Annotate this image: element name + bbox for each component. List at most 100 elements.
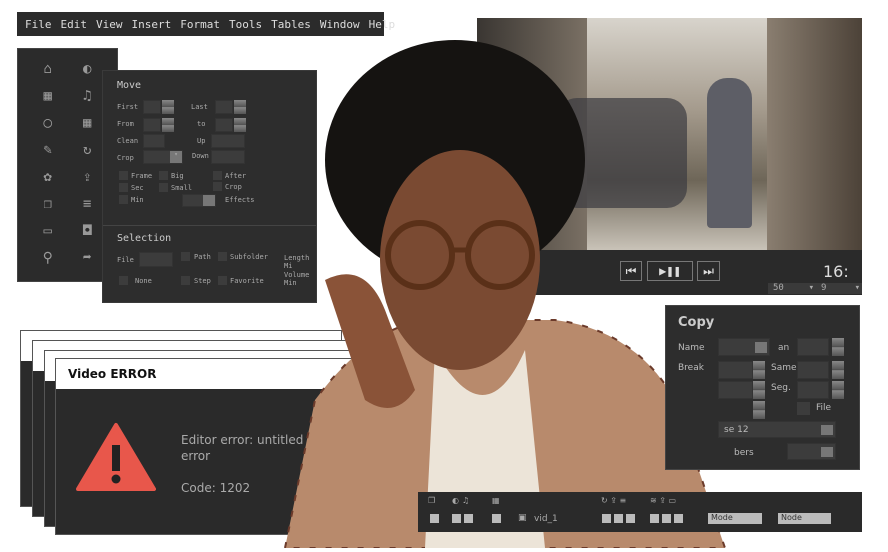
file-checkbox[interactable]: [797, 402, 810, 415]
size-dropdown[interactable]: se 12: [718, 421, 836, 438]
file-check-label: File: [816, 403, 832, 413]
crop-checkbox[interactable]: [213, 182, 222, 191]
copy-panel: Copy Name an Break Same Seg. File se 12 …: [665, 305, 860, 470]
break-spinner[interactable]: [753, 361, 765, 379]
crop-dropdown[interactable]: ▾: [143, 150, 183, 164]
crop-check-label: Crop: [225, 183, 242, 191]
copy-title: Copy: [678, 315, 715, 330]
refresh-icon[interactable]: ↻ ⇪ ≡: [601, 496, 626, 505]
from-label: From: [117, 120, 134, 128]
an-input[interactable]: [797, 338, 829, 356]
from-spinner[interactable]: [162, 118, 174, 132]
clean-label: Clean: [117, 137, 139, 145]
last-spinner[interactable]: [234, 100, 246, 114]
effects-dropdown[interactable]: [182, 194, 216, 207]
from-input[interactable]: [143, 118, 161, 132]
to-spinner[interactable]: [234, 118, 246, 132]
menu-edit[interactable]: Edit: [61, 18, 88, 31]
big-checkbox[interactable]: [159, 171, 168, 180]
file-input[interactable]: [139, 252, 173, 267]
path-label: Path: [194, 253, 211, 261]
none-checkbox[interactable]: [119, 276, 128, 285]
ratio-dropdown[interactable]: 9 ▾: [816, 283, 862, 294]
last-input[interactable]: [215, 100, 233, 114]
home-icon[interactable]: ⌂: [28, 61, 68, 80]
first-label: First: [117, 103, 139, 111]
to-label: to: [197, 120, 206, 128]
first-spinner[interactable]: [162, 100, 174, 114]
path-checkbox[interactable]: [181, 252, 190, 261]
same-spinner[interactable]: [832, 361, 844, 379]
gear-icon[interactable]: ✿: [28, 169, 68, 188]
effects-label: Effects: [225, 196, 255, 204]
menu-view[interactable]: View: [96, 18, 123, 31]
min-checkbox[interactable]: [119, 195, 128, 204]
grid-icon[interactable]: ▦: [28, 88, 68, 107]
move-title: Move: [117, 80, 142, 91]
break-input[interactable]: [718, 361, 753, 379]
warning-icon: [76, 423, 156, 491]
extra-spinner[interactable]: [753, 401, 765, 419]
min-label: Min: [131, 196, 144, 204]
none-label: None: [135, 277, 152, 285]
step-checkbox[interactable]: [181, 276, 190, 285]
sec-label: Sec: [131, 184, 144, 192]
last-label: Last: [191, 103, 208, 111]
step-label: Step: [194, 277, 211, 285]
frame-checkbox[interactable]: [119, 171, 128, 180]
monitor-icon[interactable]: ▭: [28, 223, 68, 242]
field-input[interactable]: [718, 381, 753, 399]
menu-format[interactable]: Format: [180, 18, 220, 31]
up-label: Up: [197, 137, 206, 145]
error-code: Code: 1202: [181, 481, 251, 495]
crop-label: Crop: [117, 154, 134, 162]
numbers-dropdown[interactable]: [787, 443, 836, 460]
grid-icon[interactable]: ▦: [492, 496, 500, 505]
clean-input[interactable]: [143, 134, 165, 148]
subfolder-checkbox[interactable]: [218, 252, 227, 261]
wifi-share-battery-icon: ≋ ⇪ ▭: [650, 496, 677, 505]
sec-checkbox[interactable]: [119, 183, 128, 192]
first-input[interactable]: [143, 100, 161, 114]
numbers-label: bers: [734, 448, 754, 458]
break-label: Break: [678, 363, 704, 373]
name-dropdown[interactable]: [718, 338, 770, 356]
seg-label: Seg.: [771, 383, 791, 393]
big-label: Big: [171, 172, 184, 180]
up-input[interactable]: [211, 134, 245, 148]
an-label: an: [778, 343, 790, 353]
mode-field[interactable]: Mode: [708, 513, 762, 524]
refresh-icon[interactable]: ◯: [28, 115, 68, 134]
selection-title: Selection: [117, 233, 172, 244]
video-file-icon: ▣: [518, 513, 527, 523]
same-input[interactable]: [797, 361, 829, 379]
an-spinner[interactable]: [832, 338, 844, 356]
zoom-dropdown[interactable]: 50 ▾: [768, 283, 816, 294]
person-photo: [255, 20, 735, 549]
after-checkbox[interactable]: [213, 171, 222, 180]
after-label: After: [225, 172, 247, 180]
pencil-icon[interactable]: ✎: [28, 142, 68, 161]
node-field[interactable]: Node: [778, 513, 831, 524]
seg-spinner[interactable]: [832, 381, 844, 399]
down-input[interactable]: [211, 150, 245, 164]
search-icon[interactable]: ⚲: [28, 250, 68, 269]
copy-icon[interactable]: ❐: [428, 496, 435, 505]
file-name[interactable]: vid_1: [534, 514, 558, 524]
frame-label: Frame: [131, 172, 153, 180]
to-input[interactable]: [215, 118, 233, 132]
favorite-checkbox[interactable]: [218, 276, 227, 285]
aspect-ratio-label: 16:: [823, 262, 849, 281]
menu-insert[interactable]: Insert: [132, 18, 172, 31]
down-label: Down: [192, 152, 209, 160]
seg-input[interactable]: [797, 381, 829, 399]
menu-file[interactable]: File: [25, 18, 52, 31]
copy-icon[interactable]: ❐: [28, 196, 68, 215]
shield-icon[interactable]: ◐: [452, 496, 459, 505]
small-checkbox[interactable]: [159, 183, 168, 192]
bell-icon[interactable]: ♫: [462, 496, 469, 505]
small-label: Small: [171, 184, 193, 192]
file-label: File: [117, 256, 134, 264]
name-label: Name: [678, 343, 705, 353]
field-spinner[interactable]: [753, 381, 765, 399]
